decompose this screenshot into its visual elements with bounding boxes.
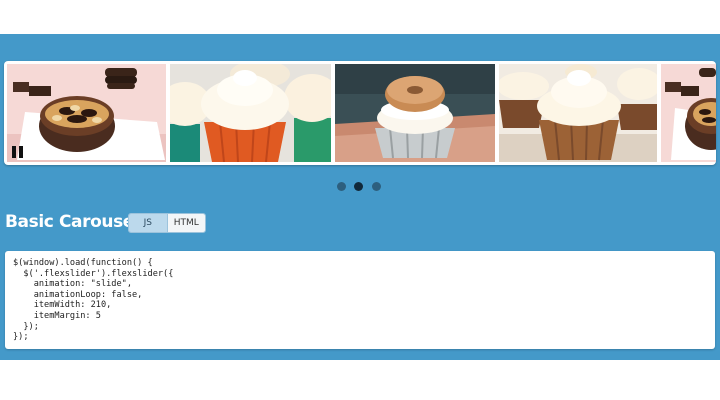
tab-js[interactable]: JS xyxy=(129,214,168,232)
pause-icon[interactable] xyxy=(12,146,24,158)
pagination-dot-1[interactable] xyxy=(337,182,346,191)
code-line: itemWidth: 210, xyxy=(13,300,112,311)
code-line: animation: "slide", xyxy=(13,279,132,290)
slide-donut-cupcake xyxy=(335,64,495,162)
code-line: $('.flexslider').flexslider({ xyxy=(13,268,174,279)
slide-brownie-donut-partial xyxy=(661,64,716,162)
carousel-pagination xyxy=(337,182,381,192)
code-block: $(window).load(function() { $('.flexslid… xyxy=(5,251,715,349)
slide-frosted-cupcakes xyxy=(170,64,331,162)
section-title: Basic Carousel xyxy=(5,212,140,232)
code-line: itemMargin: 5 xyxy=(13,310,101,321)
carousel-viewport[interactable] xyxy=(4,61,716,165)
code-line: $(window).load(function() { xyxy=(13,258,153,268)
code-line: }); xyxy=(13,332,29,343)
code-line: animationLoop: false, xyxy=(13,289,143,300)
code-tabs: JS HTML xyxy=(128,213,206,233)
slide-brownie-donut xyxy=(7,64,166,162)
pagination-dot-2[interactable] xyxy=(354,182,363,191)
slide-cream-cupcakes xyxy=(499,64,657,162)
tab-html[interactable]: HTML xyxy=(167,214,205,232)
pagination-dot-3[interactable] xyxy=(372,182,381,191)
code-line: }); xyxy=(13,321,39,332)
